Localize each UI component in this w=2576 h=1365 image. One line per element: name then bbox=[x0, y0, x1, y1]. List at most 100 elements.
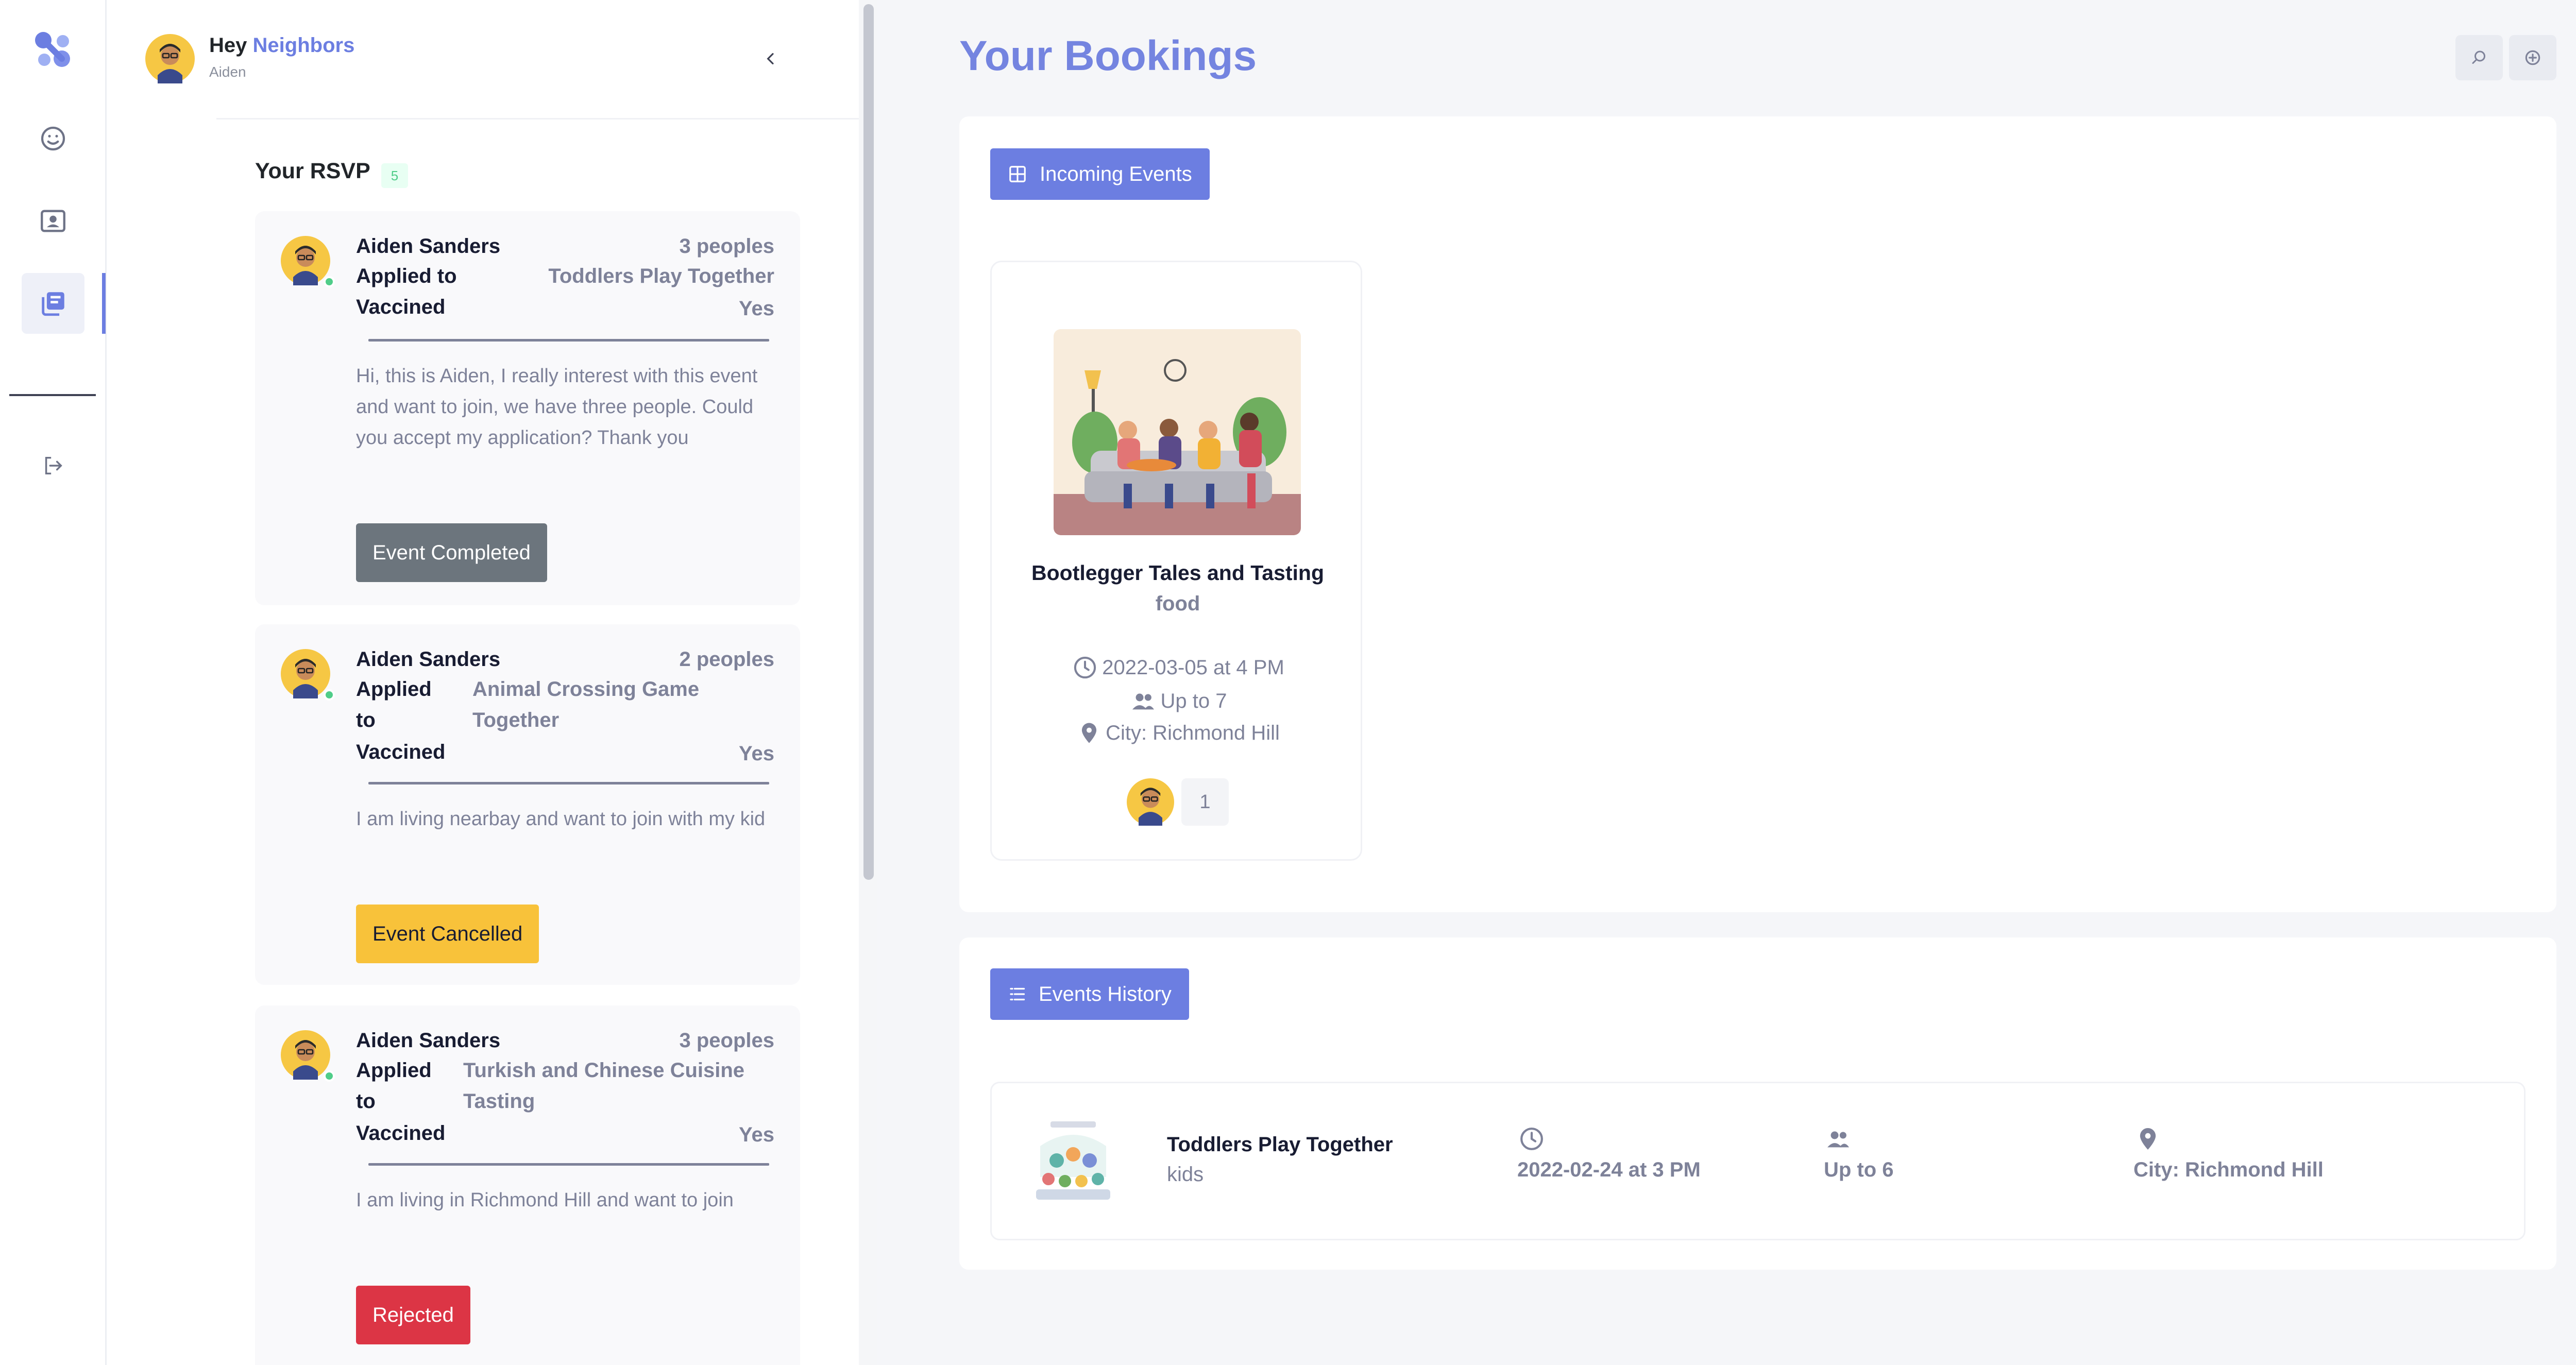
incoming-events-button[interactable]: Incoming Events bbox=[990, 148, 1210, 200]
vaccined-label: Vaccined bbox=[356, 741, 446, 763]
history-event-thumbnail bbox=[1026, 1115, 1121, 1210]
event-capacity-text: Up to 7 bbox=[1160, 689, 1227, 712]
collapse-panel-button[interactable] bbox=[757, 45, 784, 72]
greeting: Hey Neighbors bbox=[209, 34, 354, 57]
online-indicator bbox=[324, 1070, 335, 1082]
page-title: Your Bookings bbox=[959, 32, 1257, 79]
events-history-section: Events History Toddlers Play Together ki… bbox=[959, 937, 2556, 1270]
online-indicator bbox=[324, 276, 335, 287]
people-icon bbox=[1827, 1131, 1849, 1148]
status-badge: Rejected bbox=[356, 1286, 470, 1344]
event-location-text: City: Richmond Hill bbox=[1106, 721, 1280, 744]
panel-header bbox=[216, 0, 943, 120]
applied-to-label: Applied to bbox=[356, 678, 432, 731]
events-history-label: Events History bbox=[1039, 982, 1172, 1005]
attendee-avatar[interactable] bbox=[1127, 778, 1174, 826]
vaccined-label: Vaccined bbox=[356, 296, 446, 318]
online-indicator bbox=[324, 689, 335, 701]
applied-event[interactable]: Turkish and Chinese Cuisine Tasting bbox=[463, 1055, 752, 1117]
list-icon bbox=[1010, 987, 1025, 1001]
people-count: 2 peoples bbox=[679, 648, 774, 671]
people-count: 3 peoples bbox=[679, 1029, 774, 1052]
rsvp-card: Aiden Sanders 3 peoples Applied to Turki… bbox=[255, 1005, 800, 1365]
history-datetime-text: 2022-02-24 at 3 PM bbox=[1517, 1158, 1701, 1181]
applicant-name: Aiden Sanders bbox=[356, 235, 501, 258]
chevron-left-icon bbox=[767, 53, 774, 64]
people-count: 3 peoples bbox=[679, 235, 774, 258]
status-badge: Event Cancelled bbox=[356, 905, 539, 963]
rsvp-count-badge: 5 bbox=[381, 163, 408, 188]
divider bbox=[368, 339, 769, 342]
user-name: Aiden bbox=[209, 64, 246, 80]
events-history-button[interactable]: Events History bbox=[990, 968, 1189, 1020]
incoming-events-label: Incoming Events bbox=[1040, 162, 1192, 185]
search-button[interactable] bbox=[2455, 35, 2503, 80]
applied-event[interactable]: Toddlers Play Together bbox=[486, 261, 774, 292]
greeting-text: Hey bbox=[209, 34, 247, 57]
history-location-text: City: Richmond Hill bbox=[2133, 1158, 2324, 1181]
event-datetime-text: 2022-03-05 at 4 PM bbox=[1102, 656, 1284, 679]
vaccined-value: Yes bbox=[739, 1123, 774, 1146]
event-datetime: 2022-03-05 at 4 PM bbox=[992, 654, 1364, 681]
applied-event[interactable]: Animal Crossing Game Together bbox=[472, 674, 720, 736]
history-capacity: Up to 6 bbox=[1824, 1124, 1894, 1182]
status-badge: Event Completed bbox=[356, 523, 547, 582]
add-button[interactable] bbox=[2509, 35, 2556, 80]
event-capacity: Up to 7 bbox=[992, 687, 1364, 715]
avatar bbox=[281, 649, 330, 698]
divider bbox=[368, 1163, 769, 1166]
rsvp-title: Your RSVP bbox=[255, 159, 370, 183]
history-row[interactable]: Toddlers Play Together kids 2022-02-24 a… bbox=[990, 1082, 2526, 1240]
application-message: I am living in Richmond Hill and want to… bbox=[356, 1189, 734, 1211]
applicant-name: Aiden Sanders bbox=[356, 648, 501, 671]
applied-to-label: Applied to bbox=[356, 265, 457, 287]
contact-card-icon bbox=[41, 210, 65, 232]
grid-icon bbox=[1009, 166, 1026, 182]
clock-icon bbox=[1074, 656, 1096, 679]
history-location: City: Richmond Hill bbox=[2133, 1124, 2324, 1182]
vaccined-value: Yes bbox=[739, 297, 774, 320]
rail-item-contacts[interactable] bbox=[22, 191, 84, 251]
rsvp-card: Aiden Sanders 3 peoples Applied to Toddl… bbox=[255, 211, 800, 605]
event-image bbox=[1054, 329, 1301, 535]
history-capacity-text: Up to 6 bbox=[1824, 1158, 1894, 1181]
location-pin-icon bbox=[1081, 723, 1097, 743]
avatar bbox=[281, 236, 330, 285]
rail-item-profile[interactable] bbox=[22, 108, 84, 169]
smile-icon bbox=[41, 126, 65, 151]
rail-item-logout[interactable] bbox=[22, 435, 84, 496]
vaccined-label: Vaccined bbox=[356, 1122, 446, 1145]
search-icon bbox=[2472, 50, 2485, 64]
icon-rail bbox=[0, 0, 107, 1365]
people-icon bbox=[1132, 693, 1154, 710]
event-card[interactable]: Bootlegger Tales and Tasting food 2022-0… bbox=[990, 261, 1362, 861]
event-title[interactable]: Bootlegger Tales and Tasting bbox=[992, 561, 1364, 585]
user-avatar[interactable] bbox=[145, 34, 195, 83]
scrollbar-thumb[interactable] bbox=[863, 4, 874, 880]
app-logo[interactable] bbox=[32, 29, 73, 70]
applied-to-label: Applied to bbox=[356, 1059, 432, 1113]
avatar bbox=[281, 1030, 330, 1080]
applicant-name: Aiden Sanders bbox=[356, 1029, 501, 1052]
rail-item-bookings[interactable] bbox=[22, 273, 84, 334]
incoming-events-section: Incoming Events Bootlegger Tales and Tas… bbox=[959, 116, 2556, 912]
attendee-count[interactable]: 1 bbox=[1181, 778, 1229, 826]
application-message: I am living nearbay and want to join wit… bbox=[356, 808, 766, 830]
vaccined-value: Yes bbox=[739, 742, 774, 765]
rail-active-indicator bbox=[102, 273, 106, 334]
add-circle-icon bbox=[2525, 50, 2540, 65]
location-pin-icon bbox=[2140, 1128, 2156, 1150]
greeting-name: Neighbors bbox=[252, 34, 355, 57]
history-datetime: 2022-02-24 at 3 PM bbox=[1517, 1124, 1701, 1182]
rail-divider bbox=[9, 394, 96, 396]
divider bbox=[368, 782, 769, 784]
logout-icon bbox=[45, 456, 62, 475]
event-location: City: Richmond Hill bbox=[992, 720, 1364, 746]
rsvp-card: Aiden Sanders 2 peoples Applied to Anima… bbox=[255, 624, 800, 985]
event-category: food bbox=[1155, 592, 1200, 615]
clock-icon bbox=[1520, 1128, 1543, 1150]
application-message: Hi, this is Aiden, I really interest wit… bbox=[356, 365, 758, 449]
history-event-title[interactable]: Toddlers Play Together bbox=[1167, 1133, 1393, 1156]
bookings-icon bbox=[42, 292, 64, 316]
history-event-category: kids bbox=[1167, 1163, 1204, 1186]
